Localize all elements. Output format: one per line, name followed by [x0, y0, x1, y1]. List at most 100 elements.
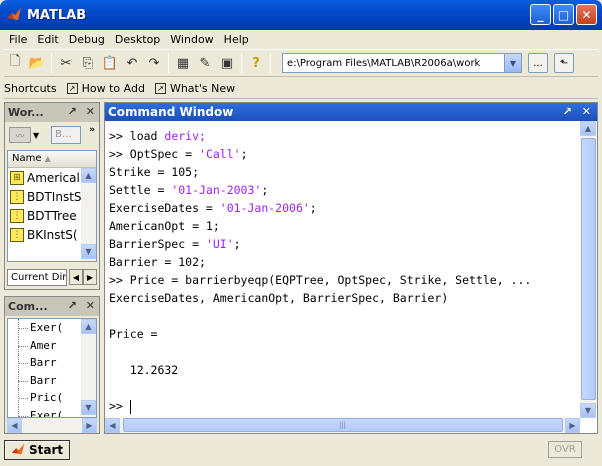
scroll-down-icon[interactable]: ▼ [81, 400, 96, 415]
undock-icon[interactable]: ↗ [68, 105, 77, 118]
workspace-toolbar: 〰 ▼ B... » [5, 122, 99, 148]
start-button[interactable]: Start [4, 440, 71, 460]
column-header-name[interactable]: Name ▲ [8, 151, 96, 168]
undock-icon[interactable]: ↗ [563, 105, 572, 118]
command-line: ExerciseDates = '01-Jan-2006'; [109, 201, 317, 215]
more-icon[interactable]: » [89, 125, 95, 135]
undock-icon[interactable]: ↗ [68, 299, 77, 312]
menu-bar: File Edit Debug Desktop Window Help [4, 30, 598, 49]
list-item[interactable]: ⋮ BKInstS( [8, 225, 82, 244]
command-line: BarrierSpec = 'UI'; [109, 237, 241, 251]
current-directory-field[interactable]: e:\Program Files\MATLAB\R2006a\work ▼ [282, 53, 522, 73]
profiler-icon[interactable]: ▣ [216, 52, 238, 74]
simulink-icon[interactable]: ▦ [172, 52, 194, 74]
undo-icon[interactable]: ↶ [121, 52, 143, 74]
new-file-icon[interactable]: 🗋 [4, 52, 26, 74]
minimize-button[interactable]: _ [530, 4, 551, 25]
struct-icon: ⋮ [10, 227, 24, 242]
list-item[interactable]: Exer( [8, 406, 82, 417]
history-hscrollbar[interactable]: ◀ ▶ [7, 418, 97, 433]
command-line: Strike = 105; [109, 165, 200, 179]
list-item[interactable]: ⋮ BDTInstS [8, 187, 82, 206]
chevron-down-icon[interactable]: ▼ [33, 131, 39, 140]
struct-icon: ⋮ [10, 189, 24, 204]
scroll-left-icon[interactable]: ◀ [7, 418, 22, 433]
command-window: Command Window ↗ ✕ >> load deriv; >> OptS… [104, 102, 598, 434]
browse-button[interactable]: ... [528, 53, 548, 73]
struct-icon: ⋮ [10, 208, 24, 223]
shortcut-whats-new[interactable]: ↗ What's New [154, 82, 235, 95]
menu-debug[interactable]: Debug [64, 33, 110, 46]
workspace-table: Name ▲ ⊞ Americal ⋮ BDTInstS ⋮ BDTTree ⋮ BKI… [7, 150, 97, 262]
chevron-down-icon[interactable]: ▼ [504, 54, 521, 72]
tab-left-icon[interactable]: ◀ [69, 269, 83, 285]
cut-icon[interactable]: ✂ [55, 52, 77, 74]
list-item[interactable]: ⋮ BDTTree [8, 206, 82, 225]
command-line [109, 343, 581, 361]
close-icon[interactable]: ✕ [582, 105, 591, 118]
matlab-logo-icon [7, 8, 21, 20]
workspace-search-input[interactable]: B... [51, 126, 82, 144]
scroll-up-icon[interactable]: ▲ [81, 168, 96, 183]
command-line: >> OptSpec = 'Call'; [109, 147, 248, 161]
command-line: >> Price = barrierbyeqp(EQPTree, OptSpec… [109, 273, 532, 287]
scroll-up-icon[interactable]: ▲ [580, 121, 596, 136]
struct-icon: ⊞ [10, 170, 24, 185]
scroll-thumb[interactable] [581, 138, 596, 400]
shortcut-how-to-add[interactable]: ↗ How to Add [66, 82, 145, 95]
shortcuts-label[interactable]: Shortcuts [4, 82, 57, 95]
history-scrollbar[interactable]: ▲ ▼ [81, 319, 96, 417]
command-window-text[interactable]: >> load deriv; >> OptSpec = 'Call'; Strike… [109, 127, 581, 415]
list-item[interactable]: Amer [8, 336, 82, 355]
workspace-panel-title: Wor... ↗ ✕ [5, 103, 99, 122]
maximize-button[interactable]: □ [553, 4, 574, 25]
command-line: Settle = '01-Jan-2003'; [109, 183, 269, 197]
list-item[interactable]: Barr [8, 354, 82, 372]
close-button[interactable]: ✕ [576, 4, 597, 25]
folder-up-icon[interactable]: ⬑ [554, 53, 574, 73]
command-window-scrollbar[interactable]: ▲ ▼ [580, 121, 597, 418]
workspace-scrollbar[interactable]: ▲ ▼ [81, 168, 96, 261]
menu-edit[interactable]: Edit [32, 33, 63, 46]
close-icon[interactable]: ✕ [86, 105, 95, 118]
redo-icon[interactable]: ↷ [143, 52, 165, 74]
command-line: ExerciseDates, AmericanOpt, BarrierSpec,… [109, 291, 449, 305]
command-line: 12.2632 [109, 363, 179, 377]
scroll-down-icon[interactable]: ▼ [580, 403, 596, 418]
scroll-left-icon[interactable]: ◀ [105, 417, 120, 433]
window-title: MATLAB [27, 7, 87, 23]
menu-help[interactable]: Help [219, 33, 254, 46]
command-line: >> [109, 399, 131, 414]
command-history-title: Com... ↗ ✕ [5, 297, 99, 316]
command-window-hscrollbar[interactable]: ◀ ||| ▶ [105, 417, 580, 433]
copy-icon[interactable]: ⎘ [77, 52, 99, 74]
list-item[interactable]: Pric( [8, 389, 82, 407]
plot-icon[interactable]: 〰 [9, 127, 31, 143]
workspace-tabbar: Current Dir ◀ ▶ [7, 267, 99, 287]
command-history-list: Exer( Amer Barr Barr Pric( Exer( ▲ ▼ [7, 318, 97, 418]
menu-desktop[interactable]: Desktop [110, 33, 165, 46]
scroll-thumb[interactable]: ||| [122, 418, 563, 432]
text-cursor [129, 399, 131, 414]
tab-current-directory[interactable]: Current Dir [7, 268, 67, 286]
shortcuts-bar: Shortcuts ↗ How to Add ↗ What's New [4, 78, 598, 99]
tab-right-icon[interactable]: ▶ [83, 269, 97, 285]
menu-file[interactable]: File [4, 33, 32, 46]
help-icon[interactable]: ? [245, 52, 267, 74]
list-item[interactable]: Exer( [8, 319, 82, 337]
close-icon[interactable]: ✕ [86, 299, 95, 312]
scroll-down-icon[interactable]: ▼ [81, 244, 96, 259]
command-line: AmericanOpt = 1; [109, 219, 220, 233]
paste-icon[interactable]: 📋 [99, 52, 121, 74]
command-window-title: Command Window ↗ ✕ [105, 103, 597, 121]
open-file-icon[interactable]: 📂 [26, 52, 48, 74]
scroll-right-icon[interactable]: ▶ [82, 418, 97, 433]
shortcut-icon: ↗ [154, 82, 166, 94]
guide-icon[interactable]: ✎ [194, 52, 216, 74]
matlab-logo-icon [11, 443, 25, 455]
menu-window[interactable]: Window [165, 33, 218, 46]
scroll-up-icon[interactable]: ▲ [81, 319, 96, 334]
list-item[interactable]: Barr [8, 371, 82, 390]
scroll-right-icon[interactable]: ▶ [565, 417, 580, 433]
list-item[interactable]: ⊞ Americal [8, 168, 82, 187]
